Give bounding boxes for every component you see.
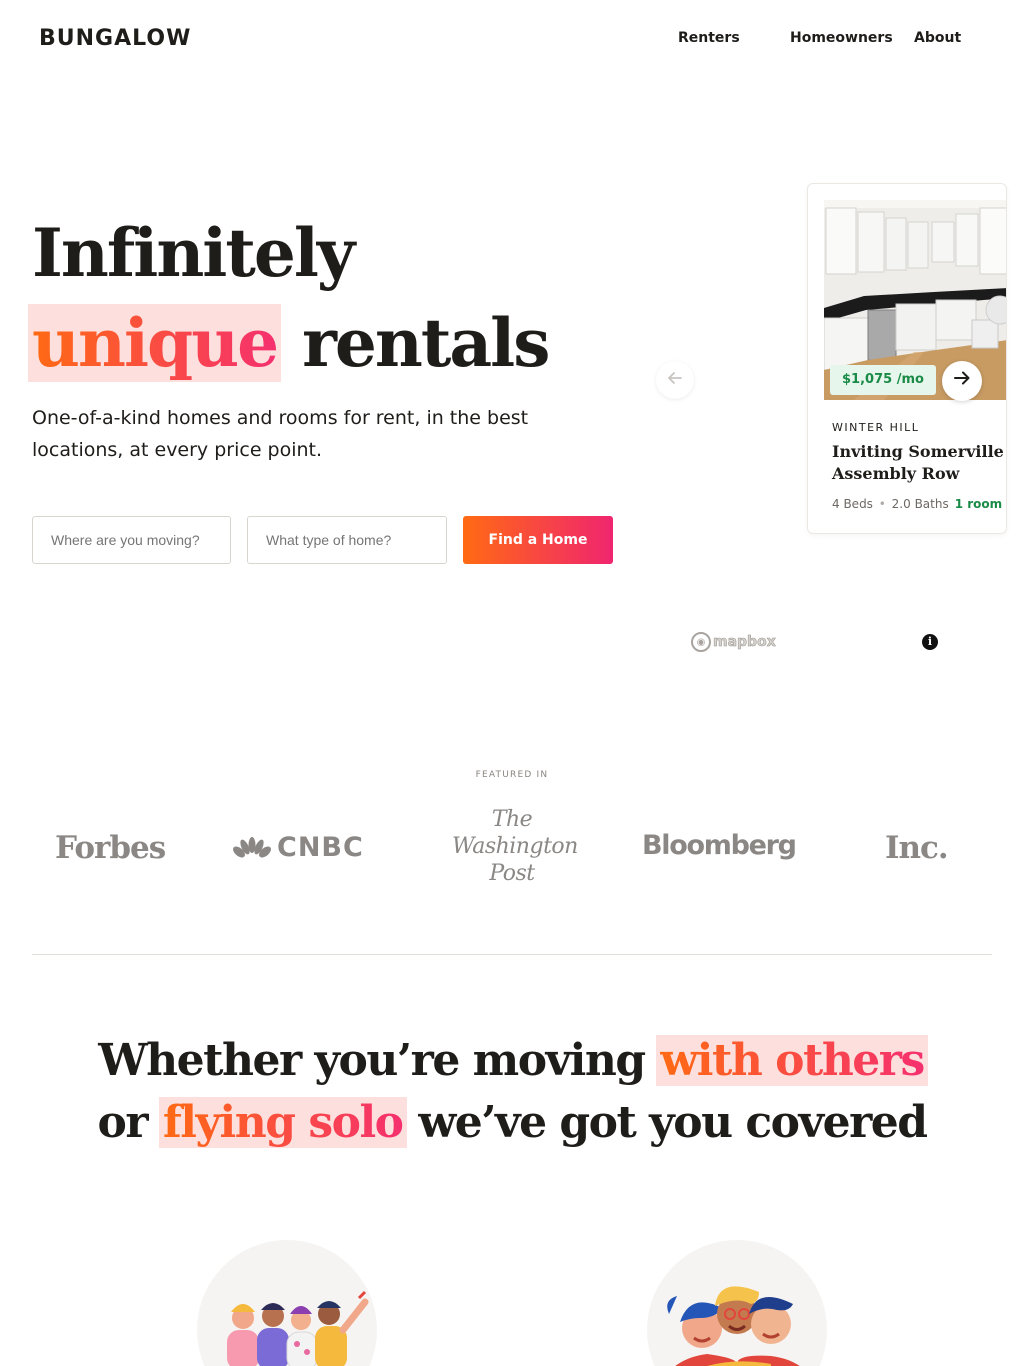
mapbox-attribution[interactable]: ◉ mapbox <box>691 631 776 653</box>
carousel-next-button[interactable] <box>942 361 982 401</box>
nbc-peacock-icon <box>233 836 271 857</box>
listing-beds: 4 Beds <box>832 497 873 511</box>
hero-title-line2: unique rentals <box>28 298 550 388</box>
washington-post-logo: The Washington Post <box>452 806 578 887</box>
nav-link-renters[interactable]: Renters <box>678 30 740 46</box>
listing-neighborhood: WINTER HILL <box>832 421 920 434</box>
forbes-logo: Forbes <box>55 830 166 866</box>
listing-price-badge: $1,075 /mo <box>830 365 936 395</box>
inc-logo: Inc. <box>885 830 949 866</box>
listing-meta: 4 Beds • 2.0 Baths 1 room <box>832 497 1002 511</box>
highlight-with-others-bg: with others <box>656 1035 928 1086</box>
heading-line2: or flying solo we’ve got you covered <box>0 1092 1024 1154</box>
wapo-line1: The <box>491 807 533 832</box>
find-a-home-button[interactable]: Find a Home <box>463 516 613 564</box>
listing-title-line1: Inviting Somerville <box>832 442 1004 461</box>
arrow-left-icon <box>667 370 683 391</box>
wapo-line2: Washington <box>452 834 578 859</box>
nav-link-about[interactable]: About <box>914 30 961 46</box>
heading-line1-start: Whether you’re moving <box>98 1035 659 1086</box>
mapbox-logo-icon: ◉ <box>691 632 711 652</box>
heading-line2-start: or <box>97 1097 161 1148</box>
mapbox-wordmark: mapbox <box>713 634 776 651</box>
bloomberg-logo: Bloomberg <box>642 830 797 861</box>
hero-title-highlight-bg: unique <box>28 304 282 382</box>
arrow-right-icon <box>953 369 971 393</box>
listing-rooms: 1 room <box>954 497 1003 511</box>
highlight-with-others: with others <box>660 1035 925 1086</box>
listing-baths: 2.0 Baths <box>891 497 949 511</box>
cnbc-logo: CNBC <box>233 832 364 863</box>
carousel-prev-button[interactable] <box>656 361 694 399</box>
together-or-solo-heading: Whether you’re moving with others or fly… <box>0 1030 1024 1154</box>
info-icon[interactable]: i <box>922 634 938 650</box>
nav-link-homeowners[interactable]: Homeowners <box>790 30 893 46</box>
heading-line1: Whether you’re moving with others <box>0 1030 1024 1092</box>
hero-title-rest: rentals <box>281 304 550 382</box>
home-type-input[interactable] <box>247 516 447 564</box>
dot-separator-icon: • <box>878 497 886 511</box>
section-divider <box>32 954 992 955</box>
hero-title-highlight: unique <box>32 304 279 382</box>
group-of-friends-illustration <box>197 1240 377 1366</box>
hero-title-line1: Infinitely <box>32 214 355 292</box>
featured-in-label: FEATURED IN <box>475 770 549 780</box>
listing-title[interactable]: Inviting Somerville Assembly Row <box>832 441 1006 485</box>
wapo-line3: Post <box>489 861 535 886</box>
highlight-flying-solo: flying solo <box>162 1097 404 1148</box>
highlight-flying-solo-bg: flying solo <box>158 1097 407 1148</box>
cnbc-wordmark: CNBC <box>277 832 364 863</box>
site-header: BUNGALOW Renters Homeowners About <box>0 0 1024 80</box>
hero-title: Infinitely unique rentals <box>28 208 550 388</box>
bungalow-logo[interactable]: BUNGALOW <box>39 26 191 51</box>
hero-subtitle: One-of-a-kind homes and rooms for rent, … <box>32 407 529 461</box>
listing-title-line2: Assembly Row <box>832 464 960 483</box>
listing-card[interactable]: $1,075 /mo WINTER HILL Inviting Somervil… <box>807 183 1007 534</box>
couple-illustration <box>647 1240 827 1366</box>
location-search-input[interactable] <box>32 516 231 564</box>
heading-line2-end: we’ve got you covered <box>404 1097 928 1148</box>
